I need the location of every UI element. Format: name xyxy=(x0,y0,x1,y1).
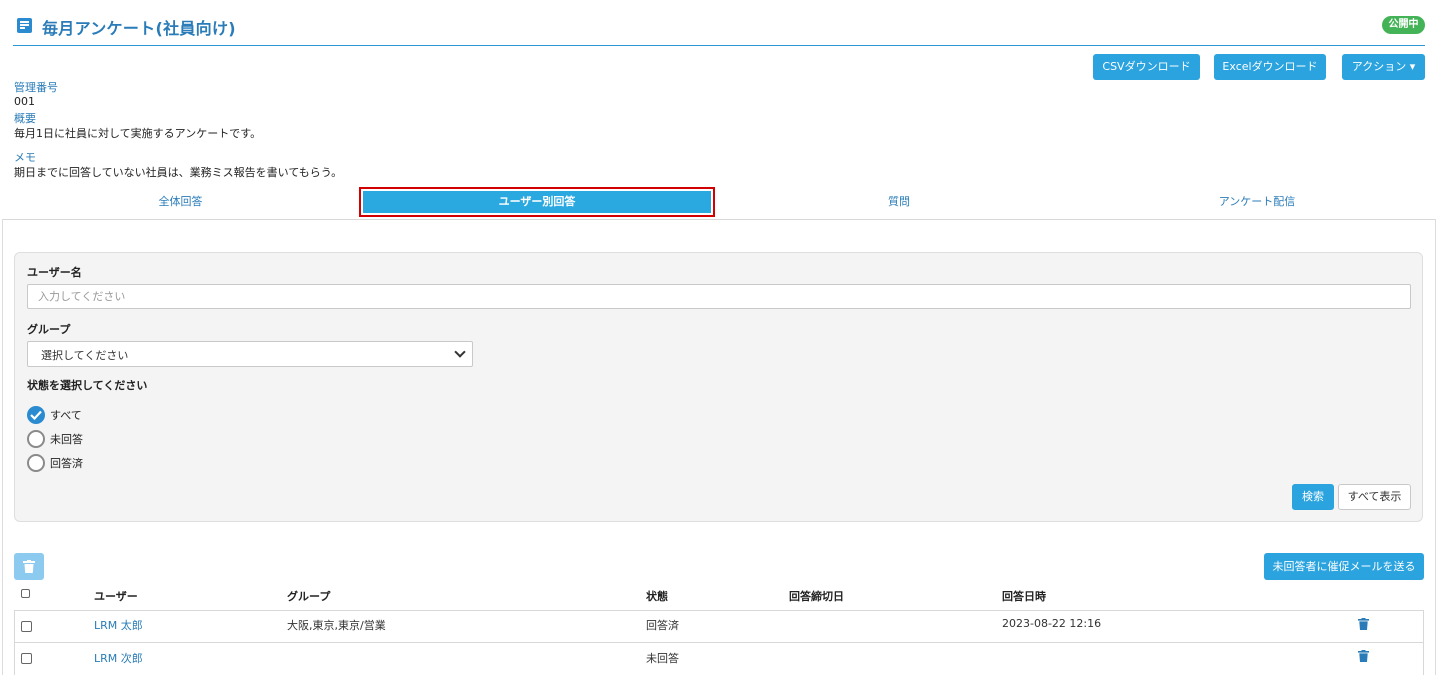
username-input[interactable] xyxy=(27,284,1411,309)
tab-divider xyxy=(2,219,1436,220)
user-link[interactable]: LRM 太郎 xyxy=(94,617,143,633)
show-all-button[interactable]: すべて表示 xyxy=(1338,484,1411,510)
user-link[interactable]: LRM 次郎 xyxy=(94,650,143,666)
id-label: 管理番号 xyxy=(14,81,58,94)
tab-distribution[interactable]: アンケート配信 xyxy=(1078,188,1436,218)
column-header-user: ユーザー xyxy=(94,590,138,603)
panel-border xyxy=(2,219,3,675)
username-label: ユーザー名 xyxy=(27,266,82,279)
bulk-delete-button[interactable] xyxy=(14,553,44,580)
radio-status-answered[interactable] xyxy=(27,454,45,472)
survey-icon xyxy=(17,18,32,33)
action-dropdown-button[interactable]: アクション ▾ xyxy=(1342,54,1425,80)
tab-user-answers-label: ユーザー別回答 xyxy=(363,191,711,213)
memo-value: 期日までに回答していない社員は、業務ミス報告を書いてもらう。 xyxy=(14,166,343,179)
send-reminder-button[interactable]: 未回答者に催促メールを送る xyxy=(1264,553,1424,580)
title-divider xyxy=(13,45,1425,46)
answered-at-cell: 2023-08-22 12:16 xyxy=(1002,617,1102,630)
select-all-checkbox[interactable] xyxy=(21,589,30,598)
search-button[interactable]: 検索 xyxy=(1292,484,1334,510)
delete-row-icon[interactable] xyxy=(1358,650,1369,662)
row-checkbox[interactable] xyxy=(21,653,32,664)
group-cell: 大阪,東京,東京/営業 xyxy=(287,619,386,632)
chevron-down-icon xyxy=(454,346,466,358)
status-badge: 公開中 xyxy=(1382,16,1425,34)
row-checkbox[interactable] xyxy=(21,621,32,632)
radio-status-all[interactable] xyxy=(27,406,45,424)
delete-row-icon[interactable] xyxy=(1358,618,1369,630)
tab-all-answers[interactable]: 全体回答 xyxy=(2,188,359,218)
column-header-answered-at: 回答日時 xyxy=(1002,590,1046,603)
column-header-status: 状態 xyxy=(646,590,668,603)
column-header-group: グループ xyxy=(287,590,331,603)
memo-label: メモ xyxy=(14,151,36,164)
group-select-value: 選択してください xyxy=(41,349,129,362)
summary-label: 概要 xyxy=(14,112,36,125)
status-filter-label: 状態を選択してください xyxy=(27,379,148,392)
excel-download-button[interactable]: Excelダウンロード xyxy=(1214,54,1326,80)
column-header-deadline: 回答締切日 xyxy=(789,590,844,603)
page-title: 毎月アンケート(社員向け) xyxy=(42,19,236,38)
radio-status-all-label: すべて xyxy=(50,409,82,422)
trash-icon xyxy=(23,560,35,573)
status-cell: 回答済 xyxy=(646,619,679,632)
csv-download-button[interactable]: CSVダウンロード xyxy=(1093,54,1200,80)
panel-border xyxy=(1435,219,1436,675)
group-select[interactable]: 選択してください xyxy=(27,341,473,367)
group-label: グループ xyxy=(27,323,71,336)
tab-questions[interactable]: 質問 xyxy=(720,188,1078,218)
id-value: 001 xyxy=(14,95,35,108)
row-divider xyxy=(14,642,1424,643)
status-cell: 未回答 xyxy=(646,652,679,665)
radio-status-answered-label: 回答済 xyxy=(50,457,83,470)
radio-status-unanswered-label: 未回答 xyxy=(50,433,83,446)
tab-user-answers[interactable]: ユーザー別回答 xyxy=(359,187,715,217)
radio-status-unanswered[interactable] xyxy=(27,430,45,448)
summary-value: 毎月1日に社員に対して実施するアンケートです。 xyxy=(14,127,262,140)
